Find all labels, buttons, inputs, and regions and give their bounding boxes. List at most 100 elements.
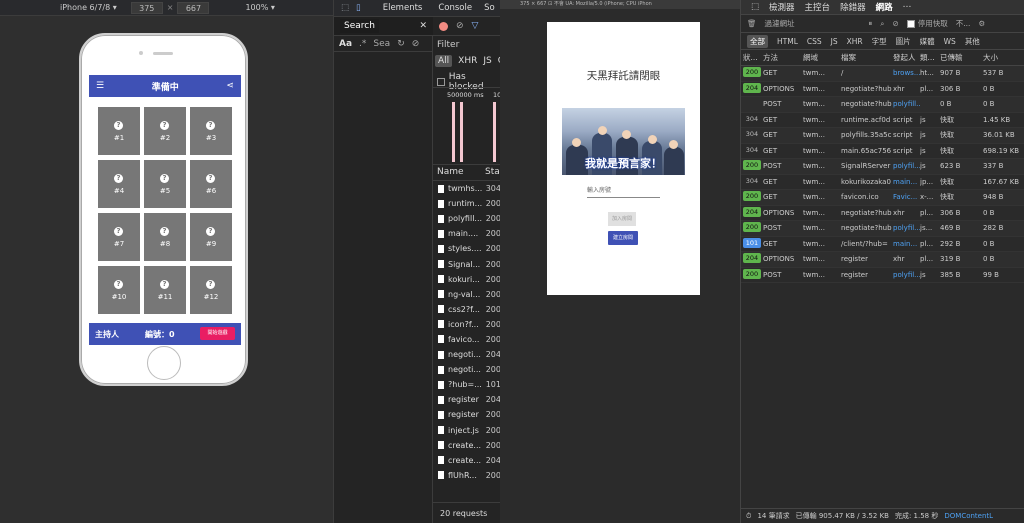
request-row[interactable]: POST twm... negotiate?hub polyfill... 0 B 0 B — [741, 97, 1024, 113]
tab-debugger[interactable]: 除錯器 — [840, 1, 866, 13]
type-filter-7[interactable]: 媒體 — [920, 36, 935, 47]
filter-js[interactable]: JS — [483, 56, 491, 66]
regex-toggle[interactable]: .* — [359, 39, 366, 49]
player-tile[interactable]: ? #11 — [144, 266, 186, 314]
create-room-button[interactable]: 建立房間 — [608, 231, 638, 245]
tab-inspector[interactable]: 檢測器 — [769, 1, 795, 13]
column-status[interactable]: Sta — [485, 167, 500, 180]
player-tile[interactable]: ? #3 — [190, 107, 232, 155]
column-header[interactable]: 檔案 — [841, 52, 893, 63]
request-row[interactable]: 304 GET twm... runtime.acf0d script js 快取 1.45 … — [741, 113, 1024, 128]
type-filter-0[interactable]: 全部 — [747, 34, 768, 48]
tab-console[interactable]: 主控台 — [805, 1, 831, 13]
column-header[interactable]: 網域 — [803, 52, 841, 63]
column-header[interactable]: 大小 — [983, 52, 1023, 63]
type-filter-1[interactable]: HTML — [777, 37, 798, 46]
request-row[interactable]: 204 OPTIONS twm... negotiate?hub xhr pl... 306… — [741, 82, 1024, 97]
player-tile[interactable]: ? #7 — [98, 213, 140, 261]
request-row[interactable]: css2?f... 200 — [433, 302, 501, 317]
close-icon[interactable]: ✕ — [419, 21, 427, 31]
request-row[interactable]: Signal... 200 — [433, 256, 501, 271]
request-row[interactable]: inject.js 200 — [433, 423, 501, 438]
player-tile[interactable]: ? #1 — [98, 107, 140, 155]
type-filter-2[interactable]: CSS — [807, 37, 822, 46]
request-row[interactable]: styles.... 200 — [433, 241, 501, 256]
request-row[interactable]: 304 GET twm... polyfills.35a5c script js 快取 36.… — [741, 128, 1024, 144]
request-row[interactable]: ?hub=... 101 — [433, 377, 501, 392]
more-icon[interactable]: ⋯ — [903, 2, 912, 12]
filter-url-input[interactable]: 過濾網址 — [765, 18, 861, 29]
match-case-toggle[interactable]: Aa — [339, 39, 352, 49]
room-number-input[interactable]: 輸入房號 — [587, 183, 660, 198]
checkbox[interactable] — [437, 78, 445, 86]
clear-icon[interactable]: ⊘ — [412, 39, 420, 49]
throttle-select[interactable]: 不... — [956, 18, 971, 29]
column-header[interactable]: 方法 — [763, 52, 803, 63]
type-filter-3[interactable]: JS — [831, 37, 838, 46]
tab-network[interactable]: 網路 — [876, 1, 893, 13]
request-row[interactable]: create... 204 — [433, 453, 501, 468]
request-row[interactable]: kokuri... 200 — [433, 272, 501, 287]
filter-all[interactable]: All — [435, 55, 453, 67]
search-input[interactable]: Sea — [373, 39, 390, 49]
column-header[interactable]: 已傳輸 — [940, 52, 983, 63]
inspect-icon[interactable]: ⬚ — [341, 3, 349, 13]
player-tile[interactable]: ? #12 — [190, 266, 232, 314]
request-row[interactable]: create... 200 — [433, 438, 501, 453]
trash-icon[interactable]: 🗑 — [747, 19, 757, 28]
width-input[interactable]: 375 — [130, 1, 163, 14]
request-row[interactable]: negoti... 204 — [433, 347, 501, 362]
column-header[interactable]: 發起人 — [893, 52, 920, 63]
column-header[interactable]: 類... — [920, 52, 940, 63]
record-icon[interactable] — [439, 21, 448, 31]
type-filter-8[interactable]: WS — [944, 37, 956, 46]
request-row[interactable]: flUhR... 200 — [433, 468, 501, 483]
start-game-button[interactable]: 開始遊戲 — [200, 327, 235, 340]
player-tile[interactable]: ? #4 — [98, 160, 140, 208]
pause-icon[interactable]: ⏸ — [869, 19, 873, 29]
gear-icon[interactable]: ⚙ — [978, 19, 985, 28]
device-toggle-icon[interactable]: ▯ — [356, 3, 361, 13]
column-name[interactable]: Name — [433, 167, 485, 180]
block-icon[interactable]: ⊘ — [892, 19, 898, 28]
request-row[interactable]: twmhs... 304 — [433, 181, 501, 196]
share-icon[interactable]: ⋖ — [226, 81, 234, 91]
element-picker-icon[interactable]: ⬚ — [751, 2, 759, 12]
home-button[interactable] — [147, 346, 181, 380]
tab-elements[interactable]: Elements — [383, 3, 423, 13]
filter-icon[interactable]: ▽ — [472, 21, 479, 31]
request-row[interactable]: 204 OPTIONS twm... register xhr pl... 319 B 0 B — [741, 252, 1024, 268]
request-row[interactable]: icon?f... 200 — [433, 317, 501, 332]
filter-input[interactable]: Filter — [437, 40, 459, 50]
join-room-button[interactable]: 加入房間 — [608, 212, 636, 226]
player-tile[interactable]: ? #5 — [144, 160, 186, 208]
device-select[interactable]: iPhone 6/7/8 ▾ — [60, 3, 117, 12]
request-row[interactable]: 200 POST twm... register polyfil... js 385 B 99… — [741, 268, 1024, 283]
request-row[interactable]: runtim... 200 — [433, 196, 501, 211]
request-row[interactable]: register 200 — [433, 407, 501, 422]
request-row[interactable]: 200 POST twm... negotiate?hub polyfil... js..… — [741, 221, 1024, 237]
player-tile[interactable]: ? #6 — [190, 160, 232, 208]
request-row[interactable]: 101 GET twm... /client/?hub= main... pl... 292… — [741, 237, 1024, 252]
type-filter-5[interactable]: 字型 — [872, 36, 887, 47]
zoom-select[interactable]: 100% ▾ — [245, 3, 274, 12]
request-row[interactable]: 204 OPTIONS twm... negotiate?hub xhr pl... 306… — [741, 206, 1024, 221]
player-tile[interactable]: ? #2 — [144, 107, 186, 155]
player-tile[interactable]: ? #10 — [98, 266, 140, 314]
request-row[interactable]: 304 GET twm... kokurikozaka0 main... jp... 快取 1… — [741, 175, 1024, 190]
disable-cache-checkbox[interactable] — [906, 19, 915, 28]
clear-log-icon[interactable]: ⊘ — [456, 21, 464, 31]
type-filter-4[interactable]: XHR — [847, 37, 863, 46]
filter-xhr[interactable]: XHR — [458, 56, 477, 66]
request-row[interactable]: ng-val... 200 — [433, 287, 501, 302]
player-tile[interactable]: ? #8 — [144, 213, 186, 261]
type-filter-6[interactable]: 圖片 — [896, 36, 911, 47]
request-row[interactable]: 304 GET twm... main.65ac756 script js 快取 698.19… — [741, 144, 1024, 159]
type-filter-9[interactable]: 其他 — [965, 36, 980, 47]
request-row[interactable]: 200 GET twm... favicon.ico Favic... x-... 快取 94… — [741, 190, 1024, 206]
request-row[interactable]: favico... 200 — [433, 332, 501, 347]
request-row[interactable]: register 204 — [433, 392, 501, 407]
search-icon[interactable]: ⌕ — [880, 19, 884, 29]
request-row[interactable]: negoti... 200 — [433, 362, 501, 377]
request-row[interactable]: main.... 200 — [433, 226, 501, 241]
